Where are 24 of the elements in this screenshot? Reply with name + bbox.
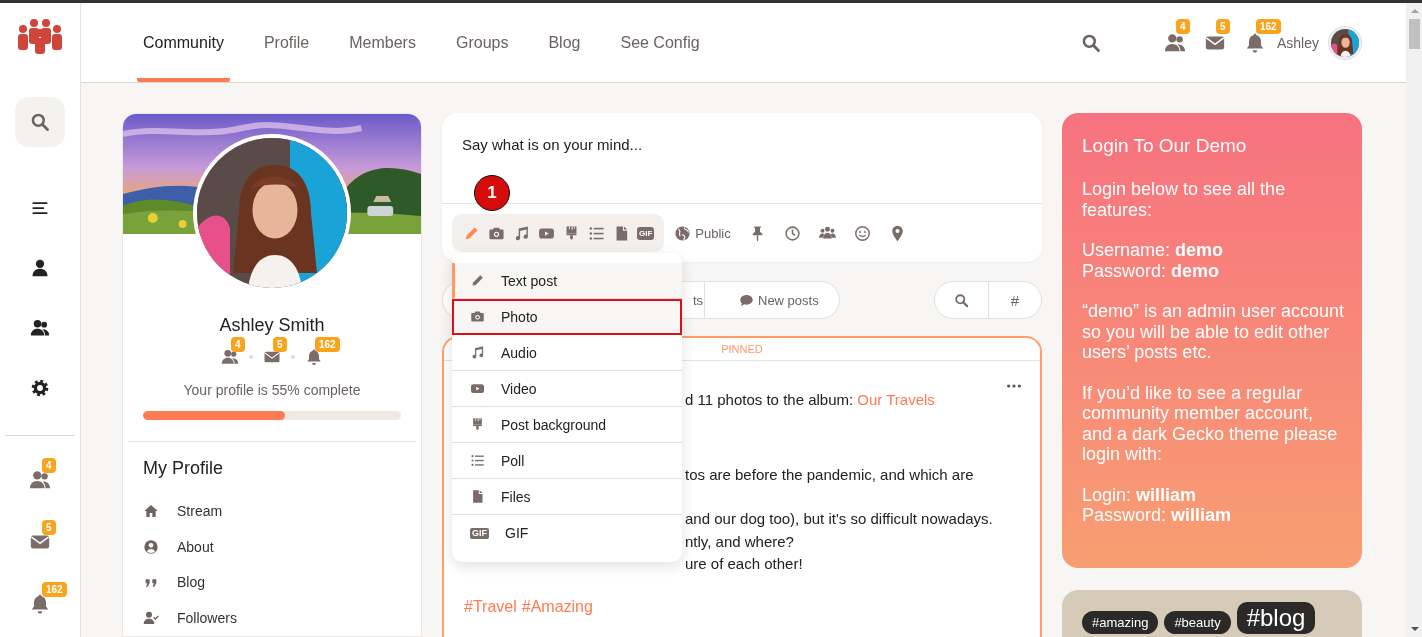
- count-badge: 4: [1175, 18, 1190, 34]
- post-text: tos are before the pandemic, and which are: [685, 464, 975, 485]
- count-badge: 5: [42, 520, 56, 535]
- card-text: Login: william Password: william: [1082, 484, 1233, 526]
- count-badge: 5: [1215, 18, 1230, 34]
- post-text: d 11 photos to the album: Our Travels: [685, 390, 936, 410]
- gif-badge: GIF: [470, 527, 489, 539]
- completion-text: Your profile is 55% complete: [182, 382, 362, 398]
- count-badge: 4: [231, 337, 245, 352]
- post-text: and our dog too), but it's so difficult nowadays.: [685, 509, 994, 529]
- card-title: Login To Our Demo: [1082, 135, 1248, 157]
- card-text: Username: demo Password: demo: [1082, 240, 1225, 281]
- count-badge: 162: [42, 582, 67, 597]
- count-badge: 5: [273, 337, 287, 352]
- count-badge: 4: [42, 458, 56, 473]
- step-marker: 1: [474, 175, 510, 211]
- card-text: If you’d like to see a regular community member account, and a dark Gecko theme please login with:: [1082, 382, 1339, 465]
- count-badge: 162: [315, 337, 340, 352]
- count-badge: 162: [1255, 18, 1281, 34]
- profile-name: Ashley Smith: [218, 315, 326, 336]
- section-title: My Profile: [143, 457, 224, 479]
- card-text: Login below to see all the features:: [1082, 179, 1287, 220]
- post-text: ntly, and where?: [685, 531, 795, 552]
- card-text: “demo” is an admin user account so you will be able to edit other users’ posts etc.: [1082, 301, 1346, 363]
